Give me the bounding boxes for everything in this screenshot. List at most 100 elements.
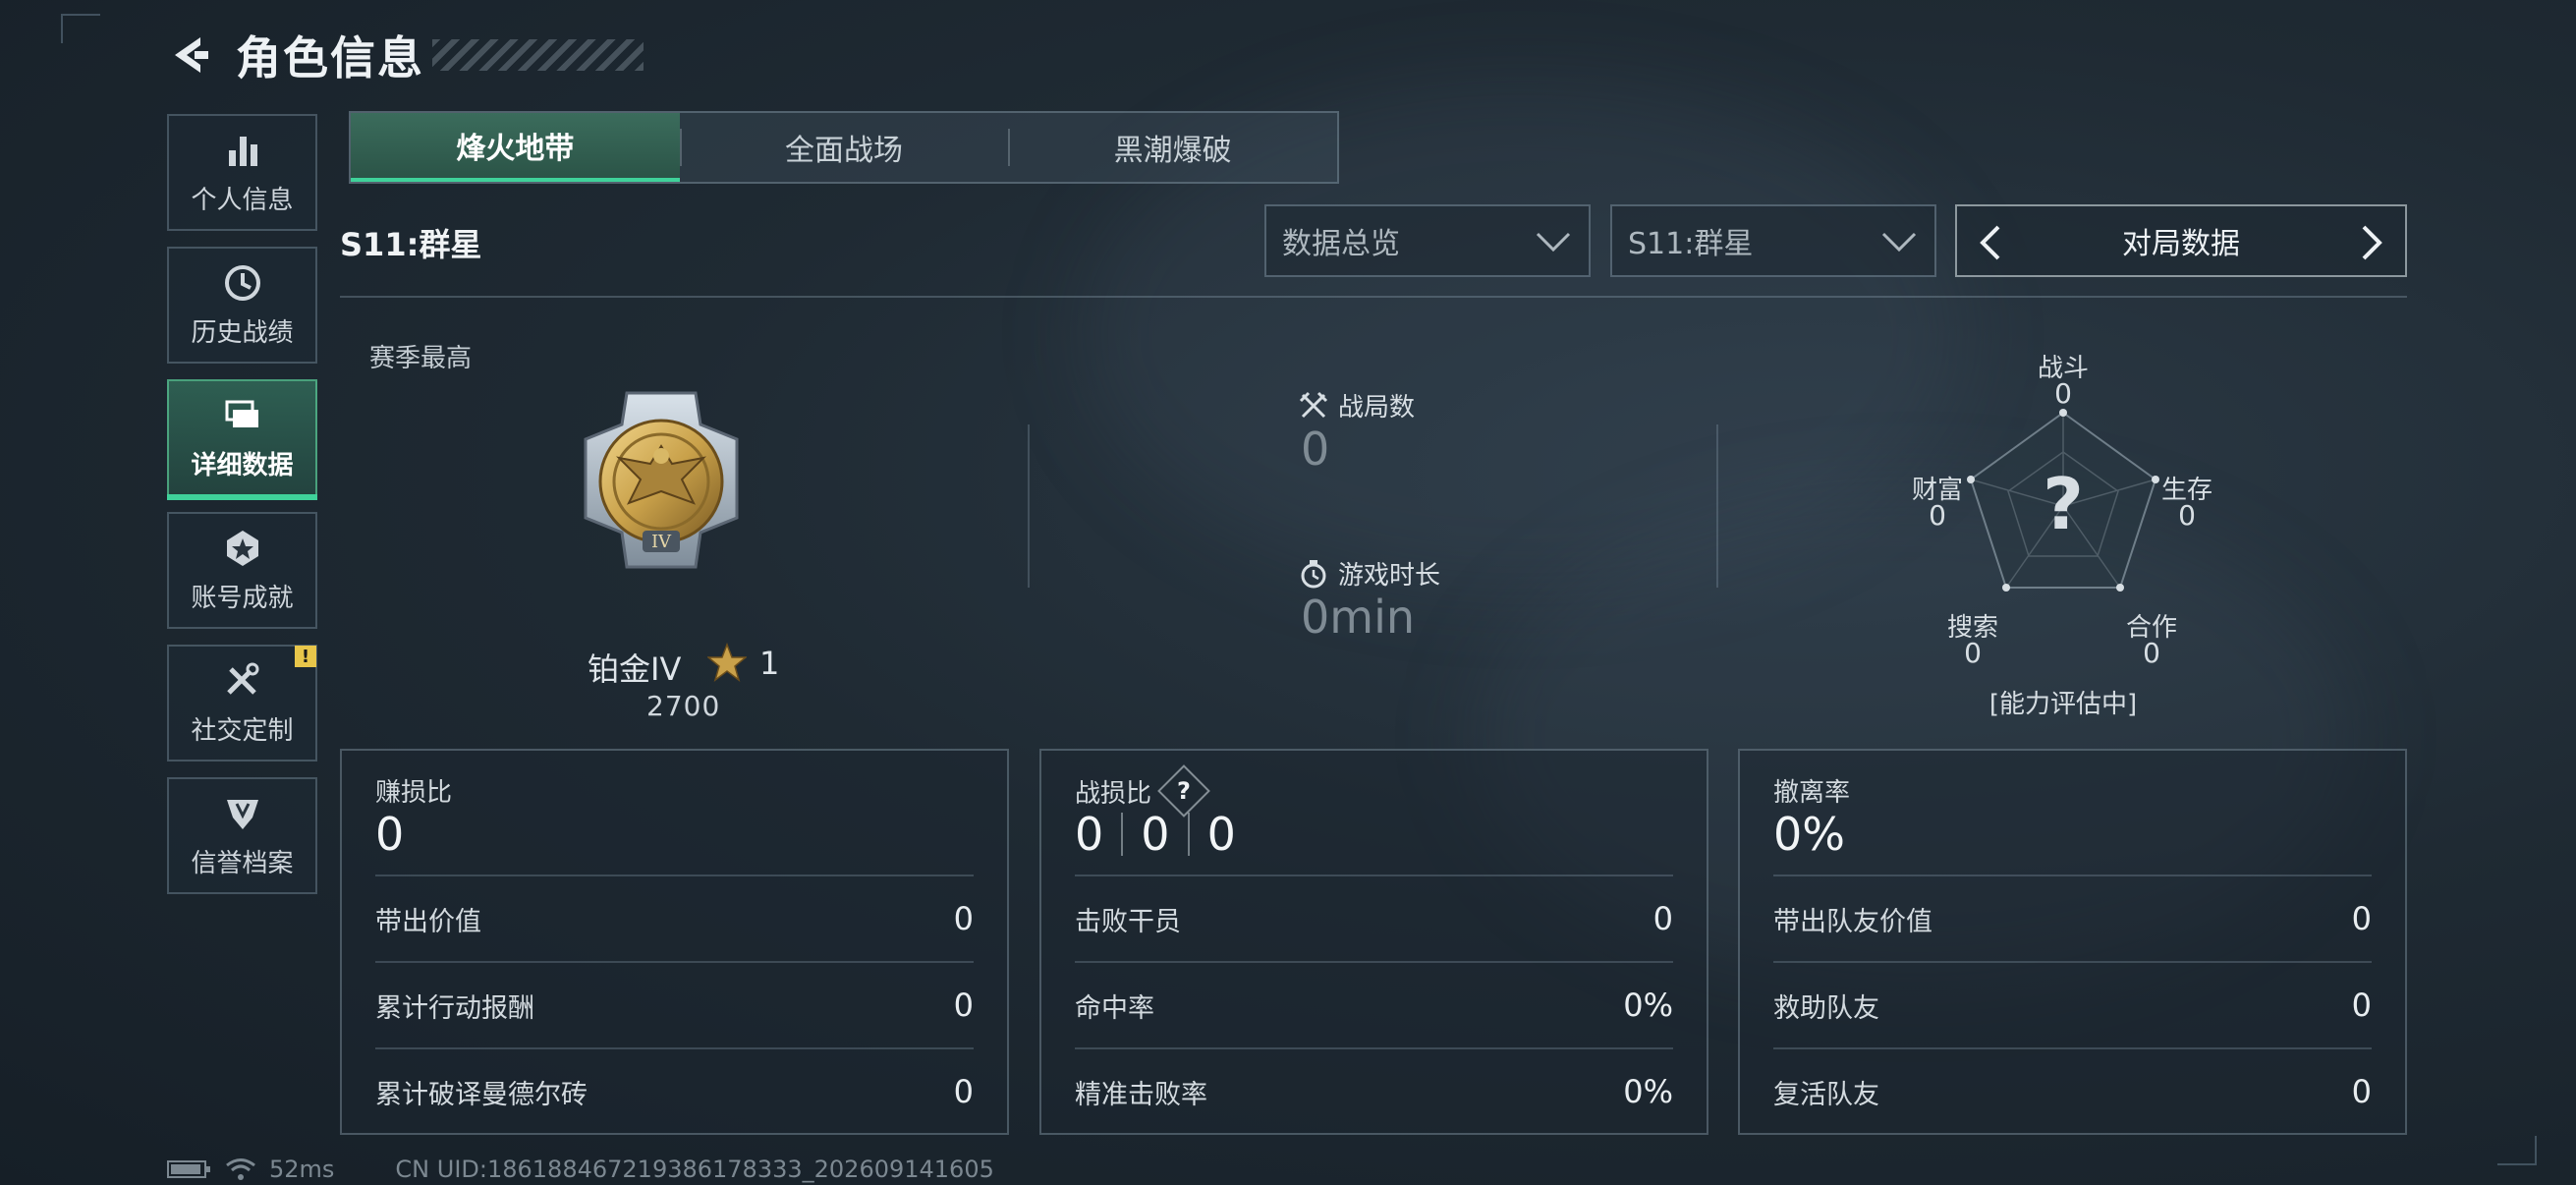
tools-icon xyxy=(226,662,258,695)
rank-score: 2700 xyxy=(646,690,721,722)
stopwatch-icon xyxy=(1301,559,1326,588)
stat-row: 复活队友 0 xyxy=(1773,1047,2372,1134)
column-divider xyxy=(1028,424,1030,588)
badge-achievement-icon xyxy=(226,531,258,566)
radar-unknown-mark: ? xyxy=(2043,463,2084,545)
chevron-right-icon[interactable] xyxy=(2354,224,2389,261)
radar-value-search: 0 xyxy=(1964,637,1982,669)
platinum-medal-icon: IV xyxy=(584,391,739,569)
tab-heichao[interactable]: 黑潮爆破 xyxy=(1008,113,1337,182)
tab-quanmian[interactable]: 全面战场 xyxy=(679,113,1009,182)
ping-value: 52ms xyxy=(269,1156,335,1183)
radar-value-cooperation: 0 xyxy=(2143,637,2160,669)
stat-row-label: 击败干员 xyxy=(1075,906,1181,937)
stat-row-label: 精准击败率 xyxy=(1075,1079,1207,1110)
pager-label: 对局数据 xyxy=(2122,227,2240,261)
radar-value-wealth: 0 xyxy=(1929,499,1946,532)
stat-row-label: 带出队友价值 xyxy=(1773,906,1932,937)
panel-big-value: 0 xyxy=(375,808,405,861)
stat-row-value: 0 xyxy=(2351,987,2372,1024)
sidebar-item-label: 详细数据 xyxy=(191,451,294,480)
stat-row: 带出队友价值 0 xyxy=(1773,875,2372,961)
value-separator xyxy=(1187,813,1190,856)
stat-row-label: 累计破译曼德尔砖 xyxy=(375,1079,588,1110)
radar-status: [能力评估中] xyxy=(1988,690,2138,719)
stat-row-value: 0 xyxy=(1652,900,1673,937)
stat-row: 击败干员 0 xyxy=(1075,875,1673,961)
sidebar: 个人信息 历史战绩 详细数据 账号成就 社交定制 ! 信誉档案 xyxy=(167,114,317,910)
shield-emblem-icon xyxy=(226,800,258,829)
chevron-left-icon[interactable] xyxy=(1973,224,2008,261)
stat-row-value: 0 xyxy=(953,987,974,1024)
stat-row-label: 命中率 xyxy=(1075,992,1154,1024)
rank-star-count: 1 xyxy=(759,645,780,682)
stat-row-value: 0% xyxy=(1623,987,1673,1024)
title-decoration xyxy=(432,39,644,71)
sidebar-item-label: 信誉档案 xyxy=(191,849,294,878)
status-footer: 52ms CN UID:1861884672193861783​33_20260… xyxy=(167,1156,994,1183)
sidebar-item-history[interactable]: 历史战绩 xyxy=(167,247,317,364)
page-header: 角色信息 xyxy=(165,26,644,85)
chevron-down-icon xyxy=(1881,232,1917,253)
season-dropdown[interactable]: S11:群星 xyxy=(1610,204,1936,277)
panel-title-wrap: 战损比 ? xyxy=(1075,764,1210,818)
stat-row: 带出价值 0 xyxy=(375,875,974,961)
sidebar-item-social-custom[interactable]: 社交定制 ! xyxy=(167,645,317,762)
crossed-swords-icon xyxy=(1299,391,1328,418)
stat-row: 救助队友 0 xyxy=(1773,961,2372,1047)
clock-history-icon xyxy=(224,265,260,301)
stat-row-label: 累计行动报酬 xyxy=(375,992,534,1024)
value-separator xyxy=(1121,813,1124,856)
kd-value: 0 xyxy=(1075,808,1104,861)
sidebar-item-personal-info[interactable]: 个人信息 xyxy=(167,114,317,231)
season-best-label: 赛季最高 xyxy=(369,344,473,373)
stat-row-value: 0 xyxy=(953,1073,974,1110)
sidebar-item-credit-record[interactable]: 信誉档案 xyxy=(167,777,317,894)
matches-value: 0 xyxy=(1301,423,1330,476)
dropdown-value: S11:群星 xyxy=(1628,227,1754,261)
tab-fenghuo[interactable]: 烽火地带 xyxy=(351,113,680,182)
playtime-value: 0min xyxy=(1301,591,1416,644)
back-arrow-icon[interactable] xyxy=(165,31,212,79)
sidebar-item-label: 账号成就 xyxy=(191,584,294,613)
sidebar-item-label: 个人信息 xyxy=(191,186,294,215)
sidebar-item-achievements[interactable]: 账号成就 xyxy=(167,512,317,629)
stacked-cards-icon xyxy=(225,400,258,427)
stat-row: 累计破译曼德尔砖 0 xyxy=(375,1047,974,1134)
panel-title: 赚损比 xyxy=(375,778,453,808)
wifi-icon xyxy=(226,1158,255,1180)
overview-dropdown[interactable]: 数据总览 xyxy=(1264,204,1591,277)
radar-value-combat: 0 xyxy=(2054,377,2072,410)
stat-row-value: 0 xyxy=(953,900,974,937)
kd-value: 0 xyxy=(1141,808,1170,861)
page-title: 角色信息 xyxy=(236,31,424,85)
kd-ratio-panel: 战损比 ? 0 0 0 击败干员 0 命中率 0% 精准击败率 0% xyxy=(1039,749,1708,1135)
playtime-title: 游戏时长 xyxy=(1299,555,1440,592)
sidebar-item-detailed-data[interactable]: 详细数据 xyxy=(167,379,317,500)
sidebar-item-label: 历史战绩 xyxy=(191,318,294,348)
dropdown-value: 数据总览 xyxy=(1282,227,1400,261)
notification-badge: ! xyxy=(295,646,316,667)
stat-row-label: 救助队友 xyxy=(1773,992,1879,1024)
panel-big-values: 0 0 0 xyxy=(1075,808,1236,861)
bar-chart-icon xyxy=(228,137,257,166)
data-type-pager: 对局数据 xyxy=(1955,204,2407,277)
stat-row-value: 0 xyxy=(2351,1073,2372,1110)
stat-row: 命中率 0% xyxy=(1075,961,1673,1047)
stat-row-value: 0 xyxy=(2351,900,2372,937)
rank-name: 铂金IV xyxy=(588,650,682,688)
panel-title: 战损比 xyxy=(1075,778,1152,809)
profit-loss-panel: 赚损比 0 带出价值 0 累计行动报酬 0 累计破译曼德尔砖 0 xyxy=(340,749,1009,1135)
stat-row-label: 带出价值 xyxy=(375,906,481,937)
user-uid: CN UID:1861884672193861783​33_2026091416… xyxy=(395,1156,994,1183)
extraction-rate-panel: 撤离率 0% 带出队友价值 0 救助队友 0 复活队友 0 xyxy=(1738,749,2407,1135)
star-icon xyxy=(707,643,747,682)
kd-value: 0 xyxy=(1206,808,1236,861)
panel-title: 撤离率 xyxy=(1773,778,1851,808)
svg-text:IV: IV xyxy=(651,532,672,552)
stat-row: 精准击败率 0% xyxy=(1075,1047,1673,1134)
matches-title: 战局数 xyxy=(1299,387,1415,423)
column-divider xyxy=(1716,424,1718,588)
frame-corner xyxy=(61,14,100,43)
matches-label: 战局数 xyxy=(1338,393,1416,423)
